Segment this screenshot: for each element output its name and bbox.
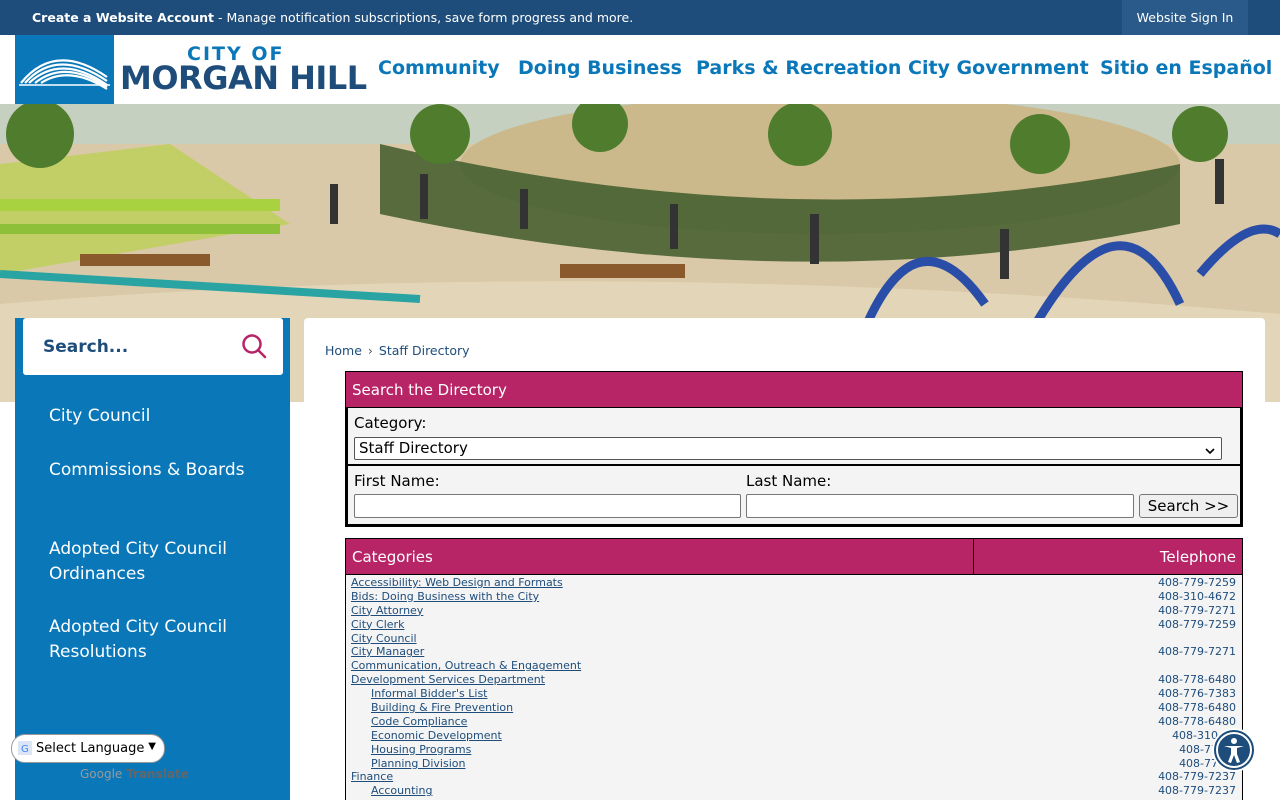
breadcrumb: Home › Staff Directory: [325, 343, 470, 358]
table-row: Code Compliance 408-778-6480: [346, 715, 1242, 729]
nav-parks-recreation[interactable]: Parks & Recreation: [696, 57, 901, 79]
category-link[interactable]: Communication, Outreach & Engagement: [351, 659, 581, 673]
svg-text:G: G: [21, 744, 29, 755]
sidebar-item-ordinances[interactable]: Adopted City Council Ordinances: [49, 537, 249, 587]
table-row: Informal Bidder's List 408-776-7383: [346, 687, 1242, 701]
category-link[interactable]: Planning Division: [371, 757, 465, 771]
left-sidebar: Search... City Council Commissions & Boa…: [15, 318, 290, 800]
nav-city-government[interactable]: City Government: [908, 57, 1089, 79]
main-content: Home › Staff Directory Search the Direct…: [304, 318, 1265, 800]
telephone-value: 408-779-7237: [1158, 770, 1236, 784]
search-button[interactable]: Search >>: [1139, 494, 1238, 518]
language-select[interactable]: G Select Language ▼: [11, 734, 165, 763]
table-row: Planning Division 408-778-6: [346, 757, 1242, 771]
category-link[interactable]: Building & Fire Prevention: [371, 701, 513, 715]
table-row: City Council: [346, 632, 1242, 646]
category-link[interactable]: Accessibility: Web Design and Formats: [351, 576, 563, 590]
breadcrumb-separator: ›: [367, 343, 373, 358]
category-link[interactable]: Development Services Department: [351, 673, 545, 687]
telephone-value: 408-779-7259: [1158, 576, 1236, 589]
top-utility-bar: Create a Website Account - Manage notifi…: [0, 0, 1280, 35]
table-row: Accessibility: Web Design and Formats 408…: [346, 576, 1242, 590]
logo-icon[interactable]: [15, 35, 114, 104]
sidebar-item-resolutions[interactable]: Adopted City Council Resolutions: [49, 615, 249, 665]
name-search-row: First Name: Last Name: Search >>: [346, 466, 1242, 526]
chevron-down-icon: ▼: [148, 741, 156, 752]
search-placeholder: Search...: [43, 337, 129, 357]
create-account-description: - Manage notification subscriptions, sav…: [214, 10, 634, 25]
first-name-input[interactable]: [354, 494, 741, 518]
telephone-value: 408-310-4672: [1158, 589, 1236, 603]
search-icon[interactable]: [241, 333, 267, 359]
category-select[interactable]: Staff Directory: [354, 437, 1222, 460]
category-link[interactable]: City Attorney: [351, 604, 423, 618]
telephone-value: 408-779-7271: [1158, 645, 1236, 659]
category-link[interactable]: Housing Programs: [371, 743, 471, 757]
sidebar-item-city-council[interactable]: City Council: [49, 404, 249, 429]
category-label: Category:: [354, 414, 427, 432]
table-row: City Attorney 408-779-7271: [346, 604, 1242, 618]
table-row: Communication, Outreach & Engagement: [346, 659, 1242, 673]
categories-rows: Accessibility: Web Design and Formats 408…: [346, 576, 1242, 800]
categories-table: Categories Telephone Accessibility: Web …: [345, 538, 1243, 800]
category-row: Category: Staff Directory: [346, 408, 1242, 466]
nav-sitio-espanol[interactable]: Sitio en Español: [1100, 57, 1272, 79]
logo-line-2: MORGAN HILL: [120, 59, 367, 97]
category-link[interactable]: City Clerk: [351, 618, 404, 632]
categories-header: Categories Telephone: [346, 539, 1242, 575]
translate-link[interactable]: Translate: [126, 767, 189, 781]
directory-search-panel: Search the Directory Category: Staff Dir…: [345, 371, 1243, 527]
telephone-column-header: Telephone: [1159, 548, 1236, 566]
category-link[interactable]: Bids: Doing Business with the City: [351, 590, 539, 604]
accessibility-icon[interactable]: [1212, 728, 1256, 772]
category-link[interactable]: Economic Development: [371, 729, 502, 743]
table-row: Building & Fire Prevention 408-778-6480: [346, 701, 1242, 715]
nav-community[interactable]: Community: [378, 57, 500, 79]
category-link[interactable]: Informal Bidder's List: [371, 687, 488, 701]
table-row: Development Services Department 408-778-6…: [346, 673, 1242, 687]
category-link[interactable]: City Manager: [351, 645, 424, 659]
create-account-link[interactable]: Create a Website Account: [32, 10, 214, 25]
telephone-value: 408-779-7237: [1158, 784, 1236, 798]
telephone-value: 408-778-6480: [1158, 701, 1236, 715]
table-row: Economic Development 408-310-46: [346, 729, 1242, 743]
google-g-icon: G: [18, 741, 32, 755]
categories-column-header: Categories: [352, 548, 433, 566]
table-row: City Manager 408-779-7271: [346, 645, 1242, 659]
last-name-input[interactable]: [746, 494, 1134, 518]
first-name-label: First Name:: [354, 472, 440, 490]
search-input[interactable]: Search...: [23, 318, 283, 375]
nav-doing-business[interactable]: Doing Business: [518, 57, 682, 79]
google-wordmark: Google: [80, 767, 123, 781]
powered-by-google: Google Translate: [80, 767, 189, 781]
table-row: Bids: Doing Business with the City 408-31…: [346, 590, 1242, 604]
chevron-down-icon: [1205, 442, 1215, 455]
telephone-value: 408-778-6480: [1158, 673, 1236, 687]
category-link[interactable]: Finance: [351, 770, 393, 784]
breadcrumb-current[interactable]: Staff Directory: [379, 343, 470, 358]
telephone-value: 408-776-7383: [1158, 687, 1236, 701]
telephone-value: 408-779-7271: [1158, 603, 1236, 617]
table-row: City Clerk 408-779-7259: [346, 618, 1242, 632]
category-select-value: Staff Directory: [359, 439, 468, 457]
category-link[interactable]: Accounting: [371, 784, 432, 798]
table-row: Finance 408-779-7237: [346, 770, 1242, 784]
column-divider: [973, 539, 974, 575]
category-link[interactable]: City Council: [351, 632, 417, 646]
table-row: Housing Programs 408-778-6: [346, 743, 1242, 757]
sidebar-item-commissions-boards[interactable]: Commissions & Boards: [49, 458, 249, 483]
telephone-value: 408-779-7259: [1158, 617, 1236, 631]
create-account-message[interactable]: Create a Website Account - Manage notifi…: [32, 10, 633, 25]
sign-in-button[interactable]: Website Sign In: [1122, 0, 1248, 35]
site-header: CITY OF MORGAN HILL Community Doing Busi…: [0, 35, 1280, 104]
directory-search-header: Search the Directory: [346, 372, 1242, 408]
table-row: Accounting 408-779-7237: [346, 784, 1242, 798]
telephone-value: 408-778-6480: [1158, 714, 1236, 728]
category-link[interactable]: Code Compliance: [371, 715, 467, 729]
breadcrumb-home[interactable]: Home: [325, 343, 362, 358]
language-select-label: Select Language: [36, 741, 145, 756]
last-name-label: Last Name:: [746, 472, 832, 490]
